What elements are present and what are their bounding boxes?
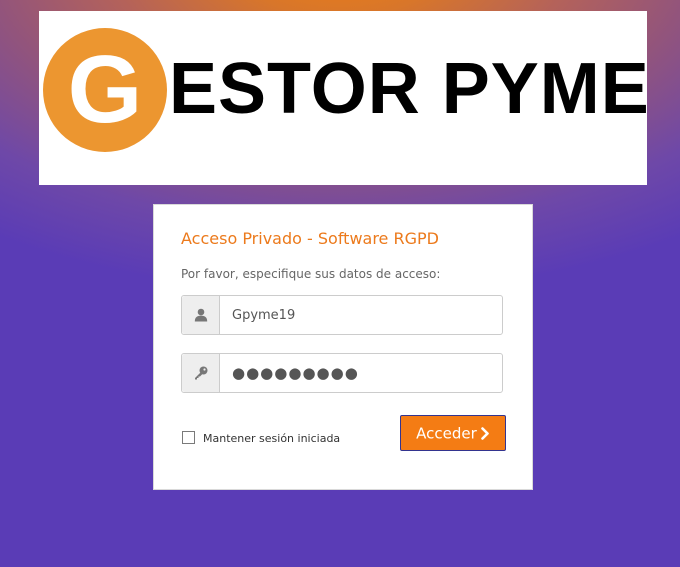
chevron-right-icon bbox=[481, 426, 489, 440]
logo-letter: G bbox=[67, 36, 143, 143]
login-button[interactable]: Acceder bbox=[400, 415, 506, 451]
logo-circle: G bbox=[43, 28, 167, 152]
remember-checkbox[interactable] bbox=[182, 431, 195, 444]
username-field bbox=[181, 295, 503, 335]
user-icon bbox=[182, 296, 220, 334]
logo-text: ESTOR PYME bbox=[169, 49, 650, 129]
username-input[interactable] bbox=[220, 296, 502, 334]
password-input[interactable] bbox=[220, 354, 502, 392]
login-button-label: Acceder bbox=[416, 424, 477, 443]
password-field bbox=[181, 353, 503, 393]
login-subtitle: Por favor, especifique sus datos de acce… bbox=[181, 267, 441, 281]
logo-banner: G ESTOR PYME bbox=[39, 11, 650, 185]
key-icon bbox=[182, 354, 220, 392]
login-title: Acceso Privado - Software RGPD bbox=[181, 229, 439, 248]
login-form: Acceso Privado - Software RGPD Por favor… bbox=[153, 204, 533, 490]
remember-label[interactable]: Mantener sesión iniciada bbox=[203, 432, 340, 445]
